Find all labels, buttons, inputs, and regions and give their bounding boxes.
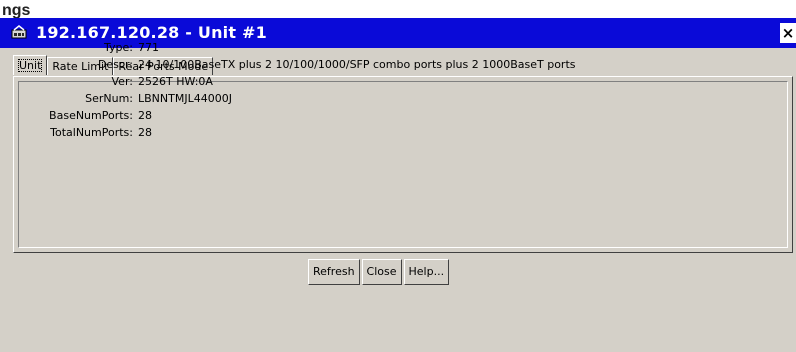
property-value: LBNNTMJL44000J: [138, 92, 232, 105]
dialog-button-bar: Refresh Close Help...: [308, 259, 450, 285]
property-value: 24 10/100BaseTX plus 2 10/100/1000/SFP c…: [138, 58, 576, 71]
property-label: Ver:: [111, 75, 133, 88]
unit-dialog: 192.167.120.28 - Unit #1 × Unit Rate Lim…: [0, 18, 796, 352]
property-value: 28: [138, 126, 152, 139]
property-label: SerNum:: [85, 92, 133, 105]
background-window-text: ngs: [2, 2, 31, 19]
refresh-button[interactable]: Refresh: [308, 259, 360, 285]
property-label: Type:: [104, 41, 133, 54]
property-value: 28: [138, 109, 152, 122]
close-button[interactable]: Close: [361, 259, 402, 285]
unit-properties-box: [18, 81, 788, 248]
help-button[interactable]: Help...: [403, 259, 450, 285]
property-label: Descr:: [97, 58, 133, 71]
property-label: TotalNumPorts:: [50, 126, 133, 139]
background-window-strip: ngs: [0, 0, 796, 19]
property-value: 771: [138, 41, 159, 54]
property-value: 2526T HW:0A: [138, 75, 213, 88]
property-label: BaseNumPorts:: [49, 109, 133, 122]
close-icon[interactable]: ×: [780, 23, 796, 43]
network-device-icon: [11, 25, 27, 39]
